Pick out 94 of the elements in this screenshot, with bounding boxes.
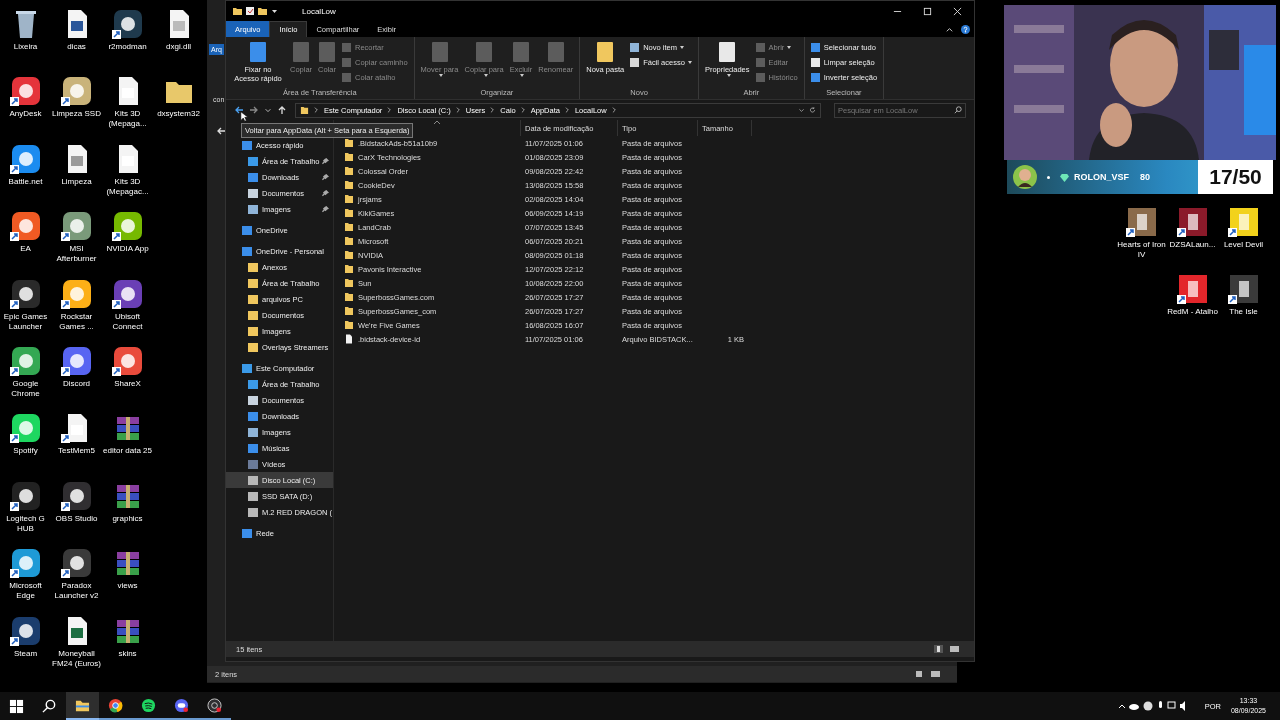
chevron-down-icon[interactable]	[264, 106, 272, 114]
icon-label: dicas	[67, 42, 86, 52]
app-icon[interactable]	[60, 75, 93, 108]
app-icon[interactable]	[60, 547, 93, 580]
chat-app-icon[interactable]	[174, 697, 189, 713]
icon-label: DZSALaun...	[1169, 240, 1216, 250]
icon-label: Lixeira	[13, 42, 38, 52]
icon-label: TestMem5	[58, 446, 95, 457]
app-icon[interactable]	[1227, 273, 1260, 306]
search-button[interactable]	[42, 698, 57, 714]
app-icon[interactable]	[9, 412, 42, 445]
refresh-icon[interactable]	[809, 106, 816, 114]
counter: 17/50	[1198, 160, 1273, 194]
icon-label: Paradox Launcher v2	[53, 581, 100, 602]
icon-label: graphics	[112, 513, 143, 524]
chevron-right-icon	[610, 106, 618, 114]
app-icon[interactable]	[9, 344, 42, 377]
search-icon	[954, 105, 962, 114]
close-icon[interactable]	[953, 6, 962, 16]
app-icon[interactable]	[111, 277, 144, 310]
app-icon[interactable]	[1176, 206, 1209, 238]
app-icon[interactable]	[9, 277, 42, 310]
icon-label: Rockstar Games ...	[58, 311, 95, 332]
icon-label: Level Devil	[1223, 240, 1264, 250]
chevron-right-icon	[519, 106, 527, 114]
app-icon[interactable]	[60, 479, 93, 512]
maximize-icon[interactable]	[923, 6, 932, 16]
browser-icon[interactable]	[108, 697, 123, 713]
app-icon[interactable]	[9, 210, 42, 243]
icon-label: MSI Afterburner	[55, 244, 98, 265]
icon-label: Limpeza	[61, 176, 92, 187]
app-icon[interactable]	[9, 75, 42, 108]
icon-label: editor data 25	[103, 446, 152, 457]
avatar-icon	[1013, 165, 1037, 189]
points: 80	[1140, 172, 1151, 182]
icon-label: Spotify	[13, 446, 38, 457]
icon-label: Discord	[62, 378, 91, 389]
icon-label: NVIDIA App	[106, 244, 149, 255]
window-title: LocalLow	[302, 6, 336, 16]
icon-label: Limpeza SSD	[52, 109, 101, 120]
sort-caret-icon	[433, 120, 441, 125]
folder-icon	[300, 105, 309, 115]
icon-label: Ubisoft Connect	[111, 311, 144, 332]
app-icon[interactable]	[9, 547, 42, 580]
icon-label: RedM - Atalho	[1167, 307, 1218, 318]
app-icon[interactable]	[1227, 206, 1260, 238]
help-icon[interactable]	[961, 24, 970, 34]
app-icon[interactable]	[111, 344, 144, 377]
chevron-right-icon	[313, 106, 320, 114]
forward-arrow-icon[interactable]	[249, 105, 259, 115]
gem-icon	[1060, 172, 1069, 182]
icon-label: Kits 3D (Mepagac...	[105, 176, 150, 197]
icon-label: The Isle	[1229, 307, 1258, 318]
app-icon[interactable]	[1176, 273, 1209, 306]
app-icon[interactable]	[111, 210, 144, 243]
chevron-right-icon	[454, 106, 462, 114]
app-icon[interactable]	[1125, 206, 1158, 238]
icon-label: views	[117, 581, 138, 592]
icon-label: OBS Studio	[55, 513, 98, 524]
back-arrow-icon[interactable]	[234, 105, 244, 115]
app-icon[interactable]	[111, 8, 144, 40]
start-button[interactable]	[9, 698, 24, 714]
icon-label: skins	[118, 648, 137, 659]
icon-label: ShareX	[114, 378, 141, 389]
icon-label: r2modman	[108, 42, 147, 52]
username: ROLON_VSF	[1074, 172, 1129, 182]
chevron-right-icon	[386, 106, 394, 114]
icon-label: Google Chrome	[10, 378, 41, 399]
icon-label: Epic Games Launcher	[2, 311, 49, 332]
up-arrow-icon[interactable]	[277, 105, 287, 115]
icon-label: AnyDesk	[9, 109, 42, 120]
icon-label: dxsystem32	[157, 109, 200, 120]
cursor-icon	[240, 111, 248, 122]
icon-label: Logitech G HUB	[5, 513, 46, 534]
app-icon[interactable]	[9, 142, 42, 175]
app-icon[interactable]	[9, 479, 42, 512]
icon-label: Battle.net	[8, 176, 43, 187]
chevron-down-icon[interactable]	[798, 106, 805, 114]
icon-label: Hearts of Iron IV	[1116, 240, 1167, 260]
app-icon[interactable]	[9, 614, 42, 647]
icon-label: dxgi.dll	[166, 42, 191, 52]
icon-label: Kits 3D (Mepaga...	[107, 109, 148, 130]
dot-icon	[1047, 175, 1050, 179]
icon-label: EA	[20, 244, 31, 255]
music-app-icon[interactable]	[141, 697, 156, 713]
app-icon[interactable]	[60, 210, 93, 243]
app-icon[interactable]	[60, 344, 93, 377]
chevron-right-icon	[563, 106, 571, 114]
app-icon[interactable]	[60, 277, 93, 310]
recorder-icon[interactable]	[207, 697, 222, 713]
chevron-right-icon	[489, 106, 497, 114]
icon-label: Microsoft Edge	[8, 581, 43, 602]
icon-label: Moneyball FM24 (Euros)	[51, 648, 102, 669]
icon-label: Steam	[13, 648, 38, 659]
